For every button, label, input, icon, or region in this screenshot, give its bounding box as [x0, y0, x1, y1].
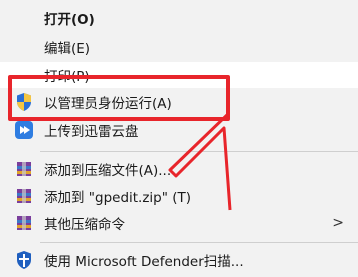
annotation-arrow-icon: [168, 112, 232, 211]
